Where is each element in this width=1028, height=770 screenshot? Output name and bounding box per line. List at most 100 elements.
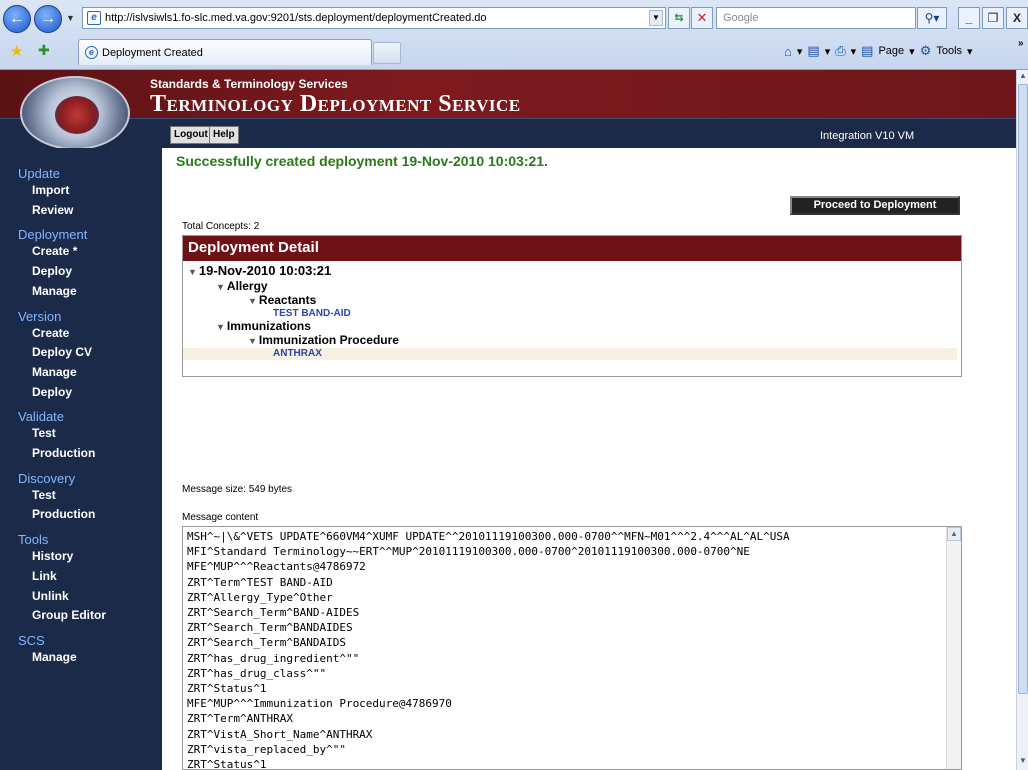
message-line: ZRT^Search_Term^BANDAIDES xyxy=(187,621,353,635)
message-line: ZRT^has_drug_ingredient^"" xyxy=(187,651,360,665)
new-tab-button[interactable] xyxy=(373,42,401,64)
sidebar-item-deployment-manage[interactable]: Manage xyxy=(0,282,162,302)
environment-label: Integration V10 VM xyxy=(820,130,915,142)
tree-node-label: 19-Nov-2010 10:03:21 xyxy=(198,263,332,278)
message-content-textarea[interactable]: MSH^~|\&^VETS UPDATE^660VM4^XUMF UPDATE^… xyxy=(182,526,962,770)
home-dropdown-icon[interactable]: ▾ xyxy=(797,45,803,58)
message-line: ZRT^vista_replaced_by^"" xyxy=(187,742,346,756)
page-icon: ▤ xyxy=(861,43,874,58)
tab-deployment-created[interactable]: e Deployment Created xyxy=(78,39,372,65)
sidebar-item-version-create[interactable]: Create xyxy=(0,324,162,344)
sidebar-item-deployment-deploy[interactable]: Deploy xyxy=(0,262,162,282)
add-favorites-icon[interactable]: ✚ xyxy=(38,42,50,59)
tree-node-allergy[interactable]: ▼ Allergy xyxy=(183,280,961,294)
page-scrollbar[interactable]: ▲ ▼ xyxy=(1016,70,1028,770)
tree-node-reactants[interactable]: ▼ Reactants xyxy=(183,294,961,308)
minimize-icon[interactable]: _ xyxy=(958,7,980,29)
print-dropdown-icon[interactable]: ▾ xyxy=(851,45,857,58)
expand-triangle-icon[interactable]: ▼ xyxy=(216,282,225,292)
main-content: Successfully created deployment 19-Nov-2… xyxy=(162,148,1016,770)
search-icon[interactable]: ⚲▾ xyxy=(917,7,947,29)
expand-triangle-icon[interactable]: ▼ xyxy=(248,296,257,306)
search-input[interactable]: Google xyxy=(716,7,916,29)
more-chevron-icon[interactable]: » xyxy=(1018,38,1024,49)
total-concepts: Total Concepts: 2 xyxy=(182,221,260,232)
sidebar-item-discovery-production[interactable]: Production xyxy=(0,505,162,525)
tools-menu[interactable]: Tools xyxy=(936,45,962,57)
message-line: MSH^~|\&^VETS UPDATE^660VM4^XUMF UPDATE^… xyxy=(187,530,790,543)
close-icon[interactable]: X xyxy=(1006,7,1028,29)
tree-node-label: Immunizations xyxy=(226,319,311,333)
tree-node-immunization-procedure[interactable]: ▼ Immunization Procedure xyxy=(183,334,961,348)
feeds-icon[interactable]: ▤ xyxy=(807,43,819,59)
sidebar-section-discovery: Discovery xyxy=(18,470,76,486)
sidebar-item-scs-manage[interactable]: Manage xyxy=(0,648,162,668)
tree-node-immunizations[interactable]: ▼ Immunizations xyxy=(183,320,961,334)
back-arrow-icon[interactable]: ← xyxy=(3,5,31,33)
sidebar-item-tools-link[interactable]: Link xyxy=(0,567,162,587)
sidebar-section-version: Version xyxy=(18,308,62,324)
message-size: Message size: 549 bytes xyxy=(182,484,293,495)
command-bar: ⌂ ▾ ▤ ▾ ⎙ ▾ ▤ Page ▾ ⚙ Tools ▾ xyxy=(784,43,973,59)
message-line: ZRT^Search_Term^BANDAIDS xyxy=(187,636,346,650)
history-dropdown-icon[interactable]: ▼ xyxy=(66,13,75,23)
deployment-detail-header: Deployment Detail xyxy=(183,236,961,261)
gear-icon: ⚙ xyxy=(919,43,932,58)
sidebar-section-tools: Tools xyxy=(18,532,49,548)
scroll-up-arrow-icon[interactable]: ▲ xyxy=(1017,71,1028,83)
feeds-dropdown-icon[interactable]: ▾ xyxy=(825,45,831,58)
message-line: MFI^Standard Terminology~~ERT^^MUP^20101… xyxy=(187,545,750,559)
message-line: MFE^MUP^^^Reactants@4786972 xyxy=(187,560,366,574)
forward-arrow-icon[interactable]: → xyxy=(34,5,62,33)
sidebar-item-update-review[interactable]: Review xyxy=(0,201,162,221)
tree-node-label: Immunization Procedure xyxy=(258,333,399,347)
print-icon[interactable]: ⎙ xyxy=(835,43,845,59)
page-menu[interactable]: Page xyxy=(878,45,904,57)
banner-subtitle: Standards & Terminology Services xyxy=(150,77,348,91)
sidebar-item-tools-unlink[interactable]: Unlink xyxy=(0,587,162,607)
sidebar-item-discovery-test[interactable]: Test xyxy=(0,486,162,506)
message-line: ZRT^Status^1 xyxy=(187,682,267,696)
va-seal-logo xyxy=(20,76,130,150)
sidebar-item-update-import[interactable]: Import xyxy=(0,181,162,201)
sidebar-item-validate-production[interactable]: Production xyxy=(0,444,162,464)
sidebar-item-version-deploy[interactable]: Deploy xyxy=(0,383,162,403)
ie-page-icon: e xyxy=(87,11,101,25)
sidebar-item-version-deploy-cv[interactable]: Deploy CV xyxy=(0,343,162,363)
sidebar-item-tools-group-editor[interactable]: Group Editor xyxy=(0,606,162,626)
proceed-to-deployment-button[interactable]: Proceed to Deployment xyxy=(790,196,960,215)
message-line: ZRT^Term^TEST BAND-AID xyxy=(187,575,333,589)
tools-dropdown-icon[interactable]: ▾ xyxy=(967,45,973,58)
page-dropdown-icon[interactable]: ▾ xyxy=(909,45,915,58)
scroll-down-arrow-icon[interactable]: ▼ xyxy=(1017,756,1028,768)
tree-node-label: Reactants xyxy=(258,293,317,307)
scroll-up-arrow-icon[interactable]: ▲ xyxy=(947,527,961,541)
message-line: ZRT^Term^ANTHRAX xyxy=(187,712,293,726)
restore-icon[interactable]: ❐ xyxy=(982,7,1004,29)
message-line: ZRT^Search_Term^BAND-AIDES xyxy=(187,606,360,620)
scrollbar-thumb[interactable] xyxy=(1018,84,1028,694)
sidebar-section-scs: SCS xyxy=(18,632,45,648)
favorites-star-icon[interactable]: ★ xyxy=(10,42,23,60)
stop-icon[interactable]: ✕ xyxy=(691,7,713,29)
sidebar-item-version-manage[interactable]: Manage xyxy=(0,363,162,383)
expand-triangle-icon[interactable]: ▼ xyxy=(216,322,225,332)
expand-triangle-icon[interactable]: ▼ xyxy=(248,336,257,346)
address-bar[interactable]: e http://islvsiwls1.fo-slc.med.va.gov:92… xyxy=(82,7,666,29)
refresh-icon[interactable]: ⇆ xyxy=(668,7,690,29)
message-scrollbar[interactable]: ▲ xyxy=(946,527,961,769)
expand-triangle-icon[interactable]: ▼ xyxy=(188,267,197,277)
help-button[interactable]: Help xyxy=(209,126,239,144)
address-dropdown-icon[interactable]: ▼ xyxy=(649,10,663,26)
tree-leaf-anthrax[interactable]: ANTHRAX xyxy=(183,348,957,360)
logout-button[interactable]: Logout xyxy=(170,126,212,144)
address-url[interactable]: http://islvsiwls1.fo-slc.med.va.gov:9201… xyxy=(105,12,649,24)
sidebar-item-tools-history[interactable]: History xyxy=(0,547,162,567)
page-viewport: Standards & Terminology Services Termino… xyxy=(0,70,1016,770)
home-icon[interactable]: ⌂ xyxy=(784,44,792,59)
tree-node-date[interactable]: ▼ 19-Nov-2010 10:03:21 xyxy=(183,263,961,280)
tree-node-label: Allergy xyxy=(226,279,268,293)
sidebar-item-deployment-create[interactable]: Create * xyxy=(0,242,162,262)
sidebar-item-validate-test[interactable]: Test xyxy=(0,424,162,444)
success-message: Successfully created deployment 19-Nov-2… xyxy=(176,153,548,169)
